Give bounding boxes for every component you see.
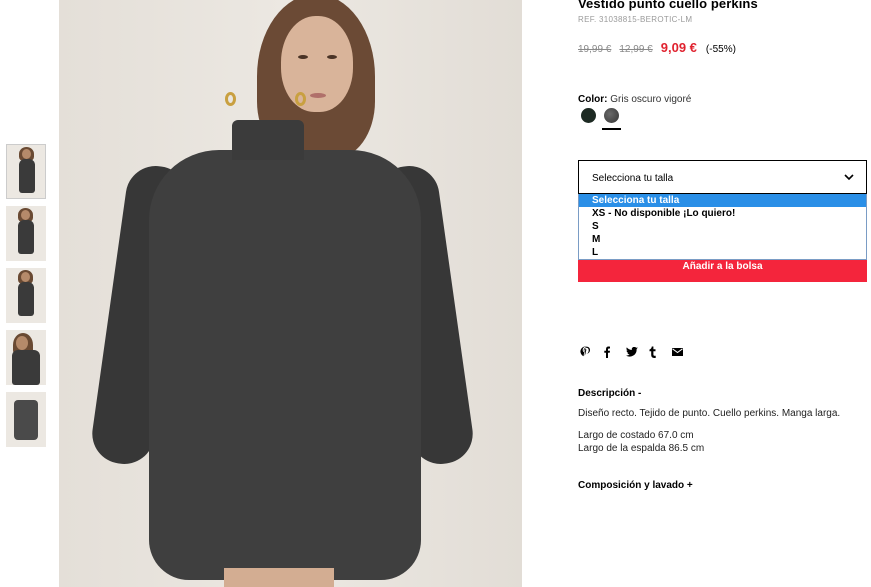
original-price-1: 19,99 € bbox=[578, 44, 612, 55]
pinterest-icon[interactable] bbox=[580, 346, 592, 358]
product-title: Vestido punto cuello perkins bbox=[578, 0, 758, 11]
size-select-label: Selecciona tu talla bbox=[592, 173, 674, 184]
thumbnail-3[interactable] bbox=[6, 268, 46, 323]
color-value: Gris oscuro vigoré bbox=[610, 94, 692, 105]
thumbnail-4[interactable] bbox=[6, 330, 46, 385]
chevron-down-icon bbox=[844, 174, 854, 181]
current-price: 9,09 € bbox=[660, 40, 697, 55]
add-to-bag-button[interactable]: Añadir a la bolsa bbox=[578, 260, 867, 282]
size-option-placeholder[interactable]: Selecciona tu talla bbox=[579, 194, 866, 207]
price-block: 19,99 € 12,99 € 9,09 € (-55%) bbox=[578, 40, 736, 55]
tumblr-icon[interactable] bbox=[649, 346, 661, 358]
share-icons bbox=[580, 346, 695, 358]
color-swatch-dark-green[interactable] bbox=[581, 108, 596, 123]
thumbnail-5[interactable] bbox=[6, 392, 46, 447]
measure-side-length: Largo de costado 67.0 cm bbox=[578, 430, 694, 441]
product-reference: REF. 31038815-BEROTIC-LM bbox=[578, 15, 693, 24]
size-option-l[interactable]: L bbox=[579, 246, 866, 259]
thumbnail-2[interactable] bbox=[6, 206, 46, 261]
twitter-icon[interactable] bbox=[626, 347, 638, 357]
thumbnail-1[interactable] bbox=[6, 144, 46, 199]
measure-back-length: Largo de la espalda 86.5 cm bbox=[578, 443, 705, 454]
original-price-2: 12,99 € bbox=[619, 44, 653, 55]
thumbnail-gallery bbox=[6, 144, 46, 454]
description-toggle[interactable]: Descripción - bbox=[578, 388, 641, 399]
product-main-image[interactable] bbox=[59, 0, 522, 587]
size-dropdown-list: Selecciona tu talla XS - No disponible ¡… bbox=[578, 194, 867, 260]
color-swatch-dark-grey-selected[interactable] bbox=[602, 108, 621, 130]
size-option-xs[interactable]: XS - No disponible ¡Lo quiero! bbox=[579, 207, 866, 220]
size-select[interactable]: Selecciona tu talla bbox=[578, 160, 867, 194]
size-option-m[interactable]: M bbox=[579, 233, 866, 246]
facebook-icon[interactable] bbox=[603, 346, 615, 358]
description-text: Diseño recto. Tejido de punto. Cuello pe… bbox=[578, 408, 841, 419]
color-label-row: Color: Gris oscuro vigoré bbox=[578, 94, 691, 105]
email-icon[interactable] bbox=[672, 348, 684, 356]
size-option-s[interactable]: S bbox=[579, 220, 866, 233]
discount-badge: (-55%) bbox=[705, 44, 736, 55]
color-label: Color: bbox=[578, 94, 608, 105]
color-swatches bbox=[581, 108, 627, 130]
composition-toggle[interactable]: Composición y lavado + bbox=[578, 480, 693, 491]
